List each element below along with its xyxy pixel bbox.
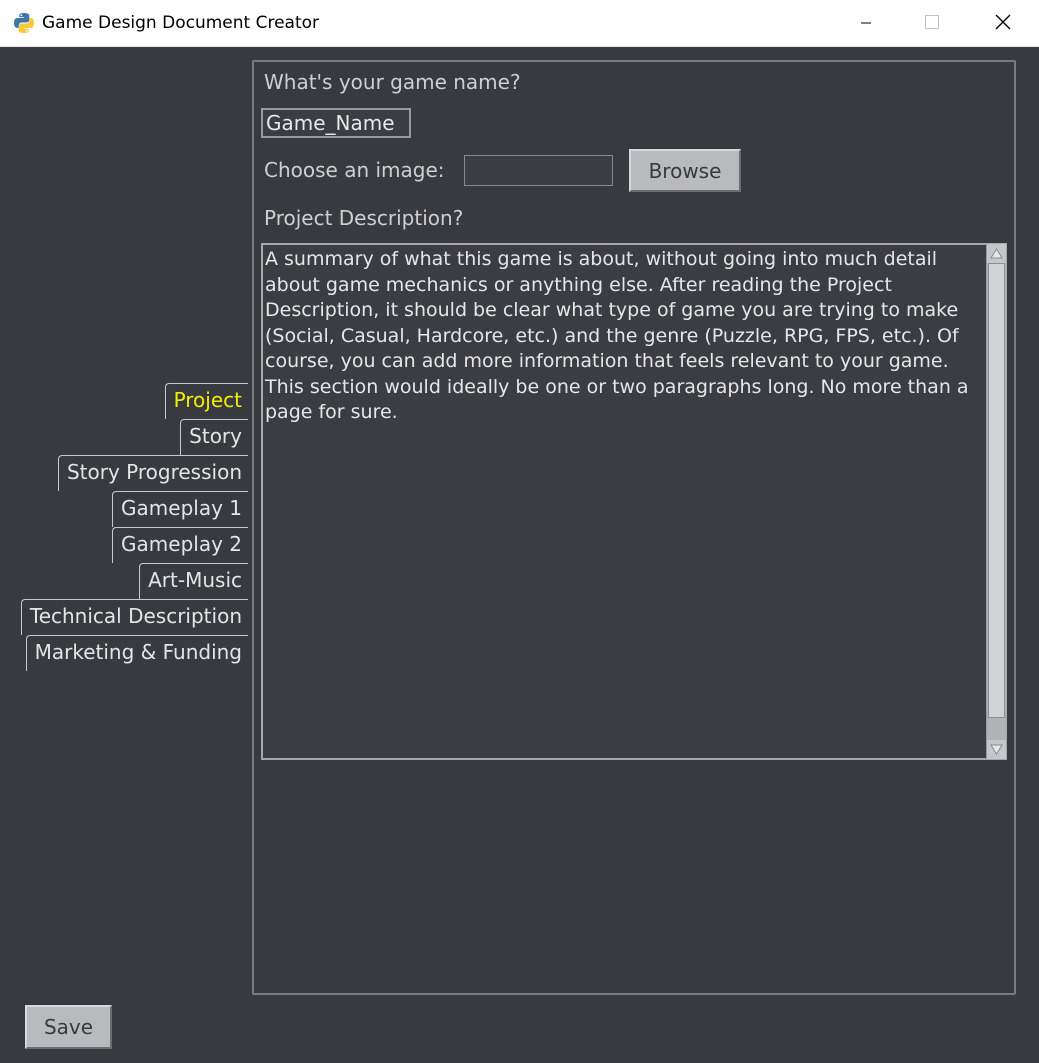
choose-image-label: Choose an image: <box>264 158 445 182</box>
tab-technical-description[interactable]: Technical Description <box>20 599 248 635</box>
tab-marketing-funding[interactable]: Marketing & Funding <box>25 635 248 671</box>
tab-label: Marketing & Funding <box>34 640 242 664</box>
minimize-icon <box>860 14 872 33</box>
close-icon <box>995 14 1011 34</box>
project-description-label: Project Description? <box>264 206 464 230</box>
tab-story-progression[interactable]: Story Progression <box>57 455 248 491</box>
maximize-button[interactable] <box>909 0 955 47</box>
tab-label: Art-Music <box>148 568 242 592</box>
browse-button[interactable]: Browse <box>629 149 741 192</box>
scroll-up-button[interactable] <box>987 244 1006 263</box>
image-path-input[interactable] <box>464 155 613 186</box>
tab-gameplay-1[interactable]: Gameplay 1 <box>112 491 248 527</box>
project-description-textarea[interactable]: A summary of what this game is about, wi… <box>261 243 1007 760</box>
tab-label: Technical Description <box>29 604 242 628</box>
title-bar: Game Design Document Creator <box>0 0 1039 47</box>
scroll-down-button[interactable] <box>987 740 1006 759</box>
tab-label: Story <box>189 424 242 448</box>
arrow-up-icon <box>990 244 1003 263</box>
tab-label: Gameplay 1 <box>121 496 242 520</box>
tab-label: Gameplay 2 <box>121 532 242 556</box>
game-name-label: What's your game name? <box>264 70 521 94</box>
arrow-down-icon <box>990 740 1003 759</box>
project-description-text: A summary of what this game is about, wi… <box>265 248 969 423</box>
save-button[interactable]: Save <box>25 1005 112 1049</box>
window-title: Game Design Document Creator <box>42 13 320 33</box>
scrollbar-thumb[interactable] <box>988 263 1005 718</box>
description-scrollbar[interactable] <box>986 244 1006 759</box>
tab-label: Project <box>173 388 242 412</box>
minimize-button[interactable] <box>843 0 889 47</box>
tab-label: Story Progression <box>66 460 242 484</box>
maximize-icon <box>924 14 940 34</box>
game-name-input[interactable]: Game_Name <box>261 108 411 138</box>
tab-gameplay-2[interactable]: Gameplay 2 <box>112 527 248 563</box>
close-button[interactable] <box>980 0 1026 47</box>
python-app-icon <box>13 12 35 34</box>
tab-story[interactable]: Story <box>180 419 248 455</box>
tab-art-music[interactable]: Art-Music <box>139 563 248 599</box>
tab-project[interactable]: Project <box>164 383 248 419</box>
